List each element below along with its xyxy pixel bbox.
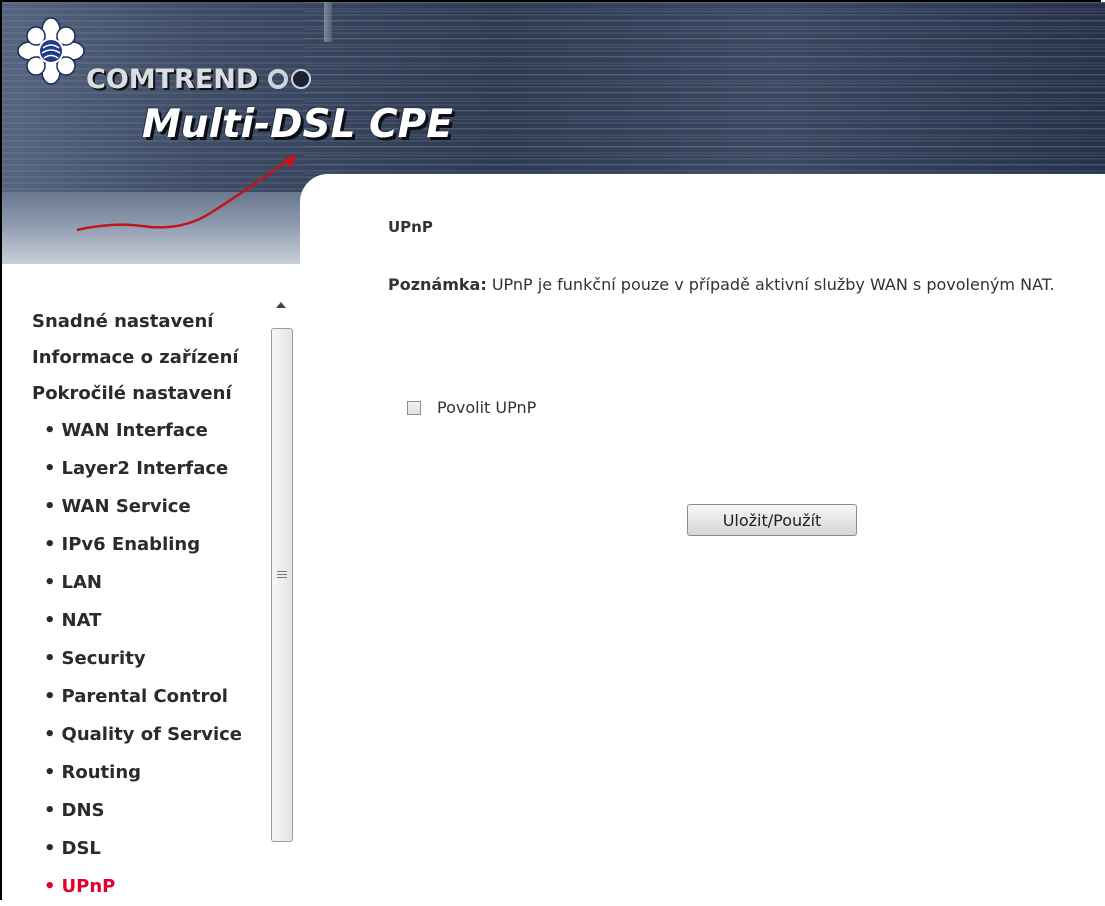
sidebar-item-label: Routing: [61, 762, 142, 783]
save-apply-button[interactable]: Uložit/Použít: [687, 504, 857, 536]
header-decoration: [324, 2, 332, 42]
sidebar-item-label: Pokročilé nastavení: [32, 383, 232, 404]
enable-upnp-checkbox[interactable]: [407, 400, 421, 415]
grip-icon: [277, 571, 287, 580]
sidebar: Snadné nastavení Informace o zařízení Po…: [2, 264, 298, 902]
scroll-up-icon[interactable]: [276, 302, 286, 308]
brand-name: COMTREND: [86, 64, 259, 95]
sidebar-menu: Snadné nastavení Informace o zařízení Po…: [32, 304, 268, 906]
bullet-icon: •: [44, 572, 56, 593]
sidebar-item-upnp[interactable]: • UPnP: [32, 868, 268, 906]
sidebar-item-label: WAN Interface: [61, 420, 208, 441]
bullet-icon: •: [44, 838, 56, 859]
sidebar-item-device-info[interactable]: Informace o zařízení: [32, 340, 268, 376]
bullet-icon: •: [44, 686, 56, 707]
enable-upnp-label[interactable]: Povolit UPnP: [437, 398, 536, 417]
scrollbar-thumb[interactable]: [271, 328, 293, 842]
bullet-icon: •: [44, 876, 56, 897]
sidebar-item-label: Informace o zařízení: [32, 347, 239, 368]
sidebar-item-wan-service[interactable]: • WAN Service: [32, 488, 268, 526]
sidebar-item-label: DNS: [61, 800, 105, 821]
page-title: UPnP: [388, 218, 433, 236]
red-swoosh-icon: [76, 154, 296, 232]
sidebar-item-dns[interactable]: • DNS: [32, 792, 268, 830]
sidebar-item-quick-setup[interactable]: Snadné nastavení: [32, 304, 268, 340]
sidebar-item-advanced-setup[interactable]: Pokročilé nastavení: [32, 376, 268, 412]
enable-upnp-row: Povolit UPnP: [407, 398, 536, 417]
note-label: Poznámka:: [388, 275, 487, 294]
note-text: Poznámka: UPnP je funkční pouze v případ…: [388, 272, 1088, 298]
product-name: Multi-DSL CPE: [142, 102, 453, 147]
bullet-icon: •: [44, 610, 56, 631]
sidebar-item-quality-of-service[interactable]: • Quality of Service: [32, 716, 268, 754]
bullet-icon: •: [44, 420, 56, 441]
brand-circles-icon: [268, 68, 314, 89]
sidebar-scrollbar[interactable]: [268, 298, 298, 902]
sidebar-item-security[interactable]: • Security: [32, 640, 268, 678]
sidebar-item-dsl[interactable]: • DSL: [32, 830, 268, 868]
sidebar-item-parental-control[interactable]: • Parental Control: [32, 678, 268, 716]
sidebar-item-wan-interface[interactable]: • WAN Interface: [32, 412, 268, 450]
sidebar-item-label: IPv6 Enabling: [61, 534, 201, 555]
bullet-icon: •: [44, 800, 56, 821]
bullet-icon: •: [44, 496, 56, 517]
sidebar-item-label: Snadné nastavení: [32, 311, 214, 332]
sidebar-item-nat[interactable]: • NAT: [32, 602, 268, 640]
bullet-icon: •: [44, 648, 56, 669]
sidebar-item-lan[interactable]: • LAN: [32, 564, 268, 602]
comtrend-logo-icon: [17, 17, 85, 85]
sidebar-item-routing[interactable]: • Routing: [32, 754, 268, 792]
sidebar-item-label: Parental Control: [61, 686, 228, 707]
bullet-icon: •: [44, 458, 56, 479]
sidebar-item-label: UPnP: [61, 876, 116, 897]
main-content: UPnP Poznámka: UPnP je funkční pouze v p…: [300, 174, 1105, 902]
sidebar-item-label: LAN: [61, 572, 102, 593]
sidebar-item-label: Layer2 Interface: [61, 458, 229, 479]
sidebar-item-label: Quality of Service: [61, 724, 243, 745]
bullet-icon: •: [44, 534, 56, 555]
sidebar-item-layer2-interface[interactable]: • Layer2 Interface: [32, 450, 268, 488]
sidebar-item-label: Security: [61, 648, 146, 669]
bullet-icon: •: [44, 762, 56, 783]
sidebar-item-label: WAN Service: [61, 496, 191, 517]
bullet-icon: •: [44, 724, 56, 745]
note-body: UPnP je funkční pouze v případě aktivní …: [486, 275, 1055, 294]
sidebar-item-label: NAT: [61, 610, 102, 631]
sidebar-item-label: DSL: [61, 838, 101, 859]
header-stripes: [305, 2, 1105, 182]
sidebar-item-ipv6-enabling[interactable]: • IPv6 Enabling: [32, 526, 268, 564]
